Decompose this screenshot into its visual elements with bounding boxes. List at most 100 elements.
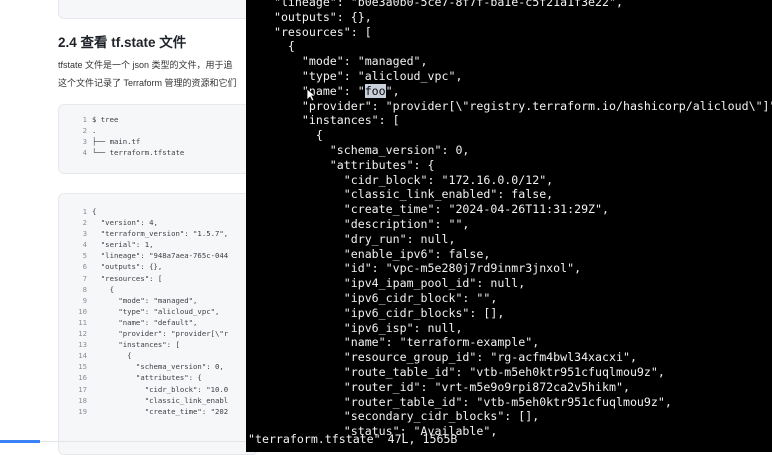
terminal-line: "cidr_block": "172.16.0.0/12", (260, 172, 554, 187)
tree_code-line: 2. (59, 125, 257, 136)
line-number: 16 (78, 373, 87, 383)
json_code-line: 5 "lineage": "948a7aea-765c-044 (59, 250, 257, 261)
json_code-line: 3 "terraform_version": "1.5.7", (59, 228, 257, 239)
code-text: . (92, 126, 97, 136)
tree-code-block: 1 $ tree 2. 3 ├── main.tf 4 └── terraform.tfst… (58, 104, 258, 174)
terminal-window[interactable]: "lineage": "b0e3a0b0-5ce7-8f7f-ba1e-c5f2… (246, 0, 772, 452)
line-number: 9 (82, 295, 87, 305)
vim-status-line: "terraform.tfstate" 47L, 1565B (248, 432, 458, 446)
terminal-line: "ipv6_cidr_block": "", (260, 291, 498, 305)
code-text: "instances": [ (92, 340, 180, 350)
terminal-line: { (260, 128, 323, 143)
code-text: "outputs": {}, (92, 262, 163, 272)
terminal-line: "ipv6_cidr_blocks": [], (260, 305, 505, 320)
line-number: 19 (78, 406, 87, 416)
terminal-line: "id": "vpc-m5e280j7rd9inmr3jnxol", (260, 261, 582, 276)
json_code-line: 1{ (59, 206, 257, 217)
code-text: { (92, 351, 132, 361)
json_code-line: 13 "instances": [ (59, 339, 257, 350)
line-number: 11 (78, 317, 87, 327)
terminal-line: "attributes": { (260, 157, 435, 172)
code-text: "terraform_version": "1.5.7", (92, 229, 229, 239)
terminal-line: "lineage": "b0e3a0b0-5ce7-8f7f-ba1e-c5f2… (260, 0, 623, 9)
json_code-line: 17 "cidr_block": "10.0 (59, 384, 257, 395)
terminal-line: "router_table_id": "vtb-m5eh0ktr951cfuql… (260, 394, 672, 409)
terminal-line: "provider": "provider[\"registry.terrafo… (260, 98, 772, 113)
reading-progress-track (40, 441, 246, 442)
code-text: "schema_version": 0, (92, 362, 224, 372)
terminal-line: "dry_run": null, (260, 231, 456, 246)
terminal-line: "resources": [ (260, 24, 372, 39)
json_code-line: 16 "attributes": { (59, 372, 257, 383)
section-heading: 2.4 查看 tf.state 文件 (58, 35, 187, 50)
code-text: "mode": "managed", (92, 295, 198, 305)
json_code-line: 8 { (59, 284, 257, 295)
line-number: 7 (82, 273, 87, 283)
line-number: 3 (82, 137, 87, 147)
terminal-line: "classic_link_enabled": false, (260, 187, 554, 202)
json_code-line: 4 "serial": 1, (59, 239, 257, 250)
code-text: "serial": 1, (92, 240, 154, 250)
line-number: 6 (82, 262, 87, 272)
code-text: { (92, 207, 97, 216)
mouse-cursor-icon (306, 88, 316, 102)
json_code-line: 19 "create_time": "202 (59, 406, 257, 417)
tfstate-json-code-block: 1{2 "version": 4, 3 "terraform_version": … (58, 193, 258, 455)
terminal-line: "type": "alicloud_vpc", (260, 69, 463, 83)
terminal-line: "ipv4_ipam_pool_id": null, (260, 276, 526, 291)
line-number: 5 (82, 251, 87, 261)
tree_code-line: 3 ├── main.tf (59, 136, 257, 147)
code-text: "lineage": "948a7aea-765c-044 (92, 251, 229, 261)
terminal-line: "mode": "managed", (260, 54, 428, 69)
terminal-line: "name": "foo", (260, 83, 400, 98)
code-text: $ tree (92, 115, 119, 124)
json_code-line: 7 "resources": [ (59, 273, 257, 284)
terminal-line: "create_time": "2024-04-26T11:31:29Z", (260, 202, 610, 217)
line-number: 17 (78, 384, 87, 394)
code-text: "classic_link_enabl (92, 395, 229, 405)
json_code-line: 12 "provider": "provider[\"r (59, 328, 257, 339)
terminal-line: "description": "", (260, 217, 470, 231)
line-number: 1 (82, 207, 87, 216)
json_code-line: 11 "name": "default", (59, 317, 257, 328)
terminal-line: "resource_group_id": "rg-acfm4bwl34xacxi… (260, 350, 637, 365)
json_code-line: 14 { (59, 350, 257, 361)
line-number: 12 (78, 329, 87, 339)
tree_code-line: 1 $ tree (59, 114, 257, 125)
code-text: "version": 4, (92, 218, 158, 228)
terminal-line: "secondary_cidr_blocks": [], (260, 409, 540, 424)
json_code-line: 10 "type": "alicloud_vpc", (59, 306, 257, 317)
code-text: "type": "alicloud_vpc", (92, 306, 220, 316)
terminal-line: "schema_version": 0, (260, 143, 470, 157)
line-number: 4 (82, 240, 87, 250)
json_code-line: 18 "classic_link_enabl (59, 395, 257, 406)
code-text: "cidr_block": "10.0 (92, 384, 229, 394)
code-text: "resources": [ (92, 273, 163, 283)
line-number: 3 (82, 229, 87, 239)
terminal-line: { (260, 39, 295, 54)
terminal-line: "enable_ipv6": false, (260, 246, 491, 261)
line-number: 18 (78, 395, 87, 405)
terminal-line: "ipv6_isp": null, (260, 320, 463, 335)
terminal-line: "instances": [ (260, 113, 400, 128)
code-text: ├── main.tf (92, 137, 141, 147)
line-number: 1 (82, 115, 87, 124)
selected-text[interactable]: foo (364, 83, 386, 98)
line-number: 14 (78, 351, 87, 361)
reading-progress-bar (0, 440, 40, 443)
terminal-line: "router_id": "vrt-m5e9o9rpi872ca2v5hikm"… (260, 379, 630, 394)
terminal-line: "outputs": {}, (260, 9, 372, 24)
line-number: 10 (78, 306, 87, 316)
line-number: 15 (78, 362, 87, 372)
line-number: 2 (82, 218, 87, 228)
line-number: 8 (82, 284, 87, 294)
code-text: "create_time": "202 (92, 406, 229, 416)
line-number: 4 (82, 148, 87, 158)
terminal-line: "route_table_id": "vtb-m5eh0ktr951cfuqlm… (260, 365, 665, 379)
paragraph-tfstate-records: 这个文件记录了 Terraform 管理的资源和它们 (58, 78, 237, 88)
paragraph-tfstate-intro: tfstate 文件是一个 json 类型的文件，用于追 (58, 60, 233, 70)
tree_code-line: 4 └── terraform.tfstate (59, 147, 257, 158)
terminal-line: "name": "terraform-example", (260, 335, 540, 350)
code-text: "attributes": { (92, 373, 202, 383)
code-text: "name": "default", (92, 317, 198, 327)
